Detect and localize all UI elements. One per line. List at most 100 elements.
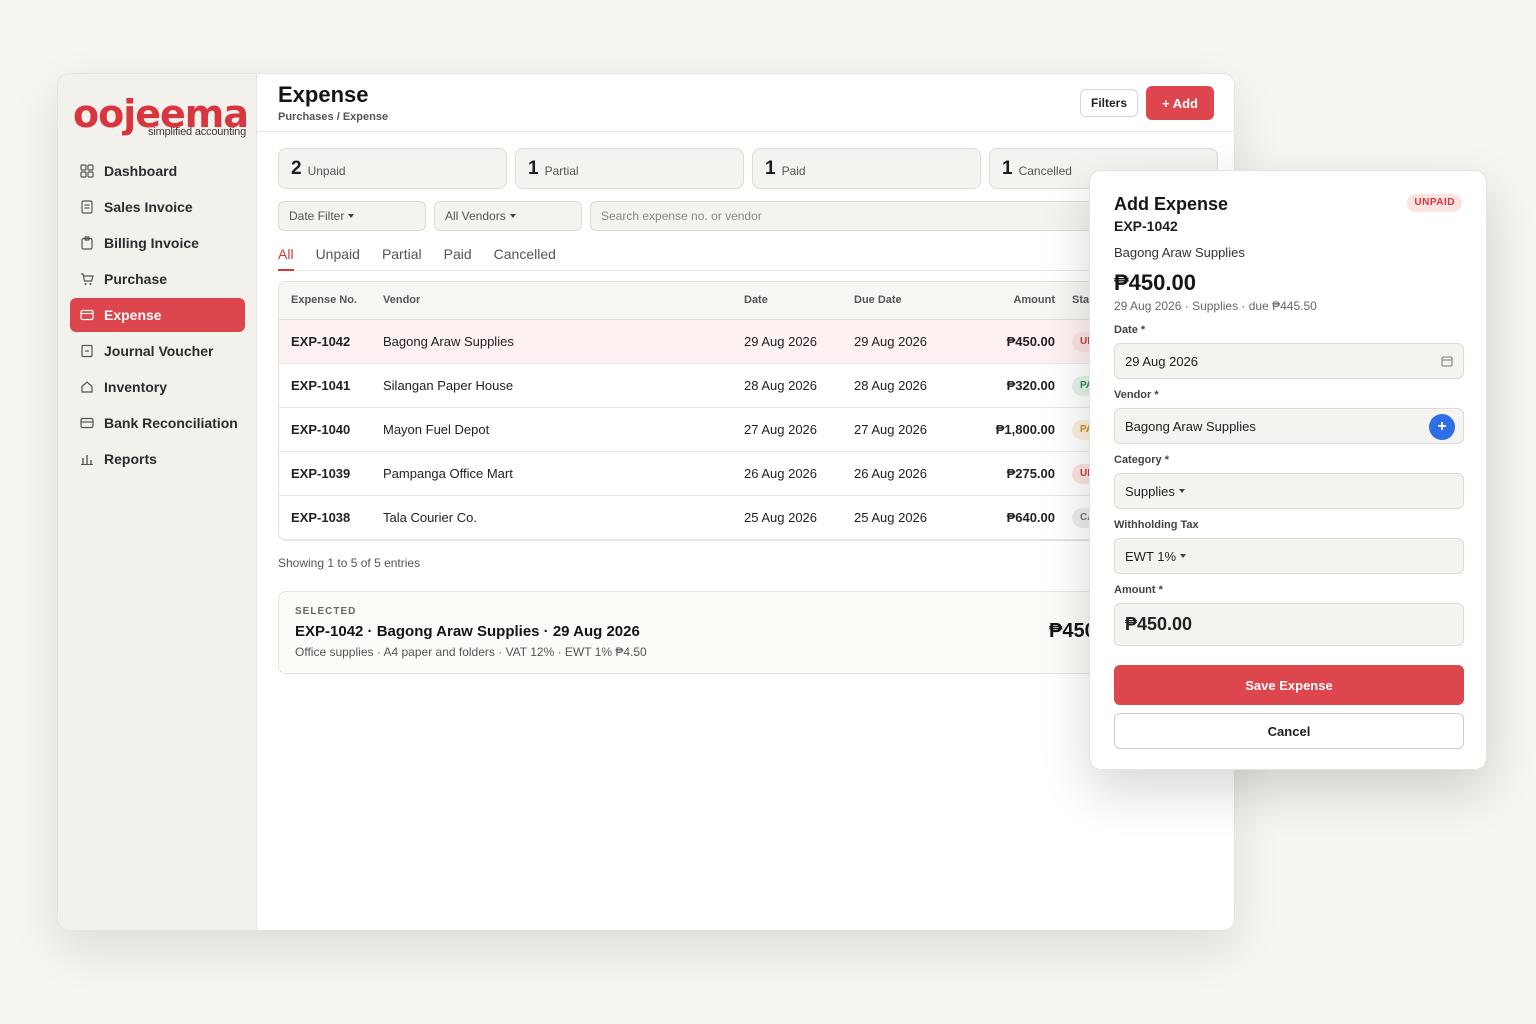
cell-expense-no: EXP-1038 xyxy=(291,510,351,525)
add-button[interactable]: + Add xyxy=(1146,86,1214,120)
sidebar-item-dashboard[interactable]: Dashboard xyxy=(70,154,245,188)
dialog-vendor-name: Bagong Araw Supplies xyxy=(1114,245,1245,260)
table-row[interactable]: EXP-1040 Mayon Fuel Depot 27 Aug 2026 27 Au… xyxy=(279,408,1217,452)
grid-icon xyxy=(80,164,94,178)
sidebar-item-billing-invoice[interactable]: Billing Invoice xyxy=(70,226,245,260)
tab-paid[interactable]: Paid xyxy=(444,242,472,271)
sidebar-item-label: Reports xyxy=(104,451,157,467)
sidebar-item-bank-reconciliation[interactable]: Bank Reconciliation xyxy=(70,406,245,440)
col-amount[interactable]: Amount xyxy=(1013,294,1055,306)
date-filter-label: Date Filter xyxy=(289,209,345,223)
table-header: Expense No. Vendor Date Due Date Amount … xyxy=(279,282,1217,320)
sidebar-item-label: Expense xyxy=(104,307,162,323)
home-icon xyxy=(80,380,94,394)
col-status[interactable]: Sta xyxy=(1072,294,1089,306)
date-filter-select[interactable]: Date Filter xyxy=(278,201,426,231)
cell-vendor: Mayon Fuel Depot xyxy=(383,422,490,437)
table-row[interactable]: EXP-1041 Silangan Paper House 28 Aug 2026 2… xyxy=(279,364,1217,408)
sidebar-item-inventory[interactable]: Inventory xyxy=(70,370,245,404)
journal-icon xyxy=(80,344,94,358)
sidebar-item-label: Journal Voucher xyxy=(104,343,214,359)
page-title: Expense xyxy=(278,82,369,107)
vendor-field[interactable]: Bagong Araw Supplies + xyxy=(1114,408,1464,444)
sidebar-item-reports[interactable]: Reports xyxy=(70,442,245,476)
table-row[interactable]: EXP-1038 Tala Courier Co. 25 Aug 2026 25 Au… xyxy=(279,496,1217,540)
add-vendor-button[interactable]: + xyxy=(1429,414,1455,440)
cell-amount: ₱275.00 xyxy=(1006,466,1055,481)
stat-paid[interactable]: 1 Paid xyxy=(752,148,981,189)
tab-cancelled[interactable]: Cancelled xyxy=(494,242,556,271)
logo[interactable]: oojeema simplified accounting xyxy=(73,92,249,138)
dialog-expense-no: EXP-1042 xyxy=(1114,218,1178,234)
main-content: Expense Purchases / Expense Filters + Ad… xyxy=(258,74,1234,930)
cell-due-date: 28 Aug 2026 xyxy=(854,378,928,393)
breadcrumb[interactable]: Purchases / Expense xyxy=(278,111,388,123)
expense-table: Expense No. Vendor Date Due Date Amount … xyxy=(278,281,1218,541)
caret-down-icon xyxy=(1178,489,1185,493)
cell-expense-no: EXP-1042 xyxy=(291,334,351,349)
selected-title: EXP-1042 · Bagong Araw Supplies · 29 Aug… xyxy=(295,623,640,640)
stat-count: 1 xyxy=(1002,157,1013,179)
stat-partial[interactable]: 1 Partial xyxy=(515,148,744,189)
col-due-date[interactable]: Due Date xyxy=(854,294,902,306)
tab-partial[interactable]: Partial xyxy=(382,242,422,271)
cell-expense-no: EXP-1040 xyxy=(291,422,351,437)
cell-amount: ₱320.00 xyxy=(1006,378,1055,393)
tab-unpaid[interactable]: Unpaid xyxy=(316,242,360,271)
stat-count: 1 xyxy=(528,157,539,179)
entries-count: Showing 1 to 5 of 5 entries xyxy=(278,556,421,570)
category-value: Supplies xyxy=(1125,483,1175,499)
calendar-icon[interactable] xyxy=(1441,355,1453,367)
table-row[interactable]: EXP-1042 Bagong Araw Supplies 29 Aug 2026 2… xyxy=(279,320,1217,364)
col-vendor[interactable]: Vendor xyxy=(383,294,420,306)
cell-amount: ₱640.00 xyxy=(1006,510,1055,525)
sidebar-item-label: Inventory xyxy=(104,379,168,395)
withholding-tax-select[interactable]: EWT 1% xyxy=(1114,538,1464,574)
sidebar-item-label: Sales Invoice xyxy=(104,199,193,215)
save-expense-button[interactable]: Save Expense xyxy=(1114,665,1464,705)
category-select[interactable]: Supplies xyxy=(1114,473,1464,509)
sidebar: oojeema simplified accounting Dashboard S… xyxy=(58,74,257,930)
table-row[interactable]: EXP-1039 Pampanga Office Mart 26 Aug 2026 2… xyxy=(279,452,1217,496)
selected-label: SELECTED xyxy=(295,606,357,617)
cancel-button[interactable]: Cancel xyxy=(1114,713,1464,749)
bar-chart-icon xyxy=(80,452,94,466)
logo-tagline: simplified accounting xyxy=(148,126,247,138)
cell-date: 28 Aug 2026 xyxy=(744,378,818,393)
sidebar-item-expense[interactable]: Expense xyxy=(70,298,245,332)
col-date[interactable]: Date xyxy=(744,294,768,306)
caret-down-icon xyxy=(348,214,355,218)
filters-button[interactable]: Filters xyxy=(1079,89,1138,117)
search-input[interactable]: Search expense no. or vendor xyxy=(590,201,1110,231)
bank-icon xyxy=(80,416,94,430)
sidebar-item-label: Billing Invoice xyxy=(104,235,199,251)
dialog-amount: ₱450.00 xyxy=(1114,270,1196,295)
vendor-filter-select[interactable]: All Vendors xyxy=(434,201,582,231)
sidebar-item-journal-voucher[interactable]: Journal Voucher xyxy=(70,334,245,368)
stat-label: Partial xyxy=(544,163,579,178)
selected-details: Office supplies · A4 paper and folders ·… xyxy=(295,645,647,659)
cell-due-date: 25 Aug 2026 xyxy=(854,510,928,525)
status-badge: UNPAID xyxy=(1407,194,1462,212)
selected-expense-card[interactable]: SELECTED EXP-1042 · Bagong Araw Supplies… xyxy=(278,591,1218,674)
vendor-value: Bagong Araw Supplies xyxy=(1125,418,1256,434)
dialog-summary: 29 Aug 2026 · Supplies · due ₱445.50 xyxy=(1114,299,1317,313)
sidebar-item-sales-invoice[interactable]: Sales Invoice xyxy=(70,190,245,224)
stat-label: Cancelled xyxy=(1018,163,1072,178)
date-field[interactable]: 29 Aug 2026 xyxy=(1114,343,1464,379)
add-expense-dialog: Add Expense UNPAID EXP-1042 Bagong Araw … xyxy=(1089,170,1487,770)
sidebar-item-label: Dashboard xyxy=(104,163,178,179)
tab-all[interactable]: All xyxy=(278,242,294,271)
stat-label: Unpaid xyxy=(307,163,346,178)
col-expense-no[interactable]: Expense No. xyxy=(291,294,357,306)
amount-input[interactable]: ₱450.00 xyxy=(1114,603,1464,646)
vendor-filter-label: All Vendors xyxy=(445,209,506,223)
table-body: EXP-1042 Bagong Araw Supplies 29 Aug 2026 2… xyxy=(279,320,1217,540)
cell-vendor: Silangan Paper House xyxy=(383,378,514,393)
date-value: 29 Aug 2026 xyxy=(1125,353,1199,369)
stat-count: 1 xyxy=(765,157,776,179)
document-icon xyxy=(80,200,94,214)
cell-vendor: Pampanga Office Mart xyxy=(383,466,513,481)
sidebar-item-purchase[interactable]: Purchase xyxy=(70,262,245,296)
stat-unpaid[interactable]: 2 Unpaid xyxy=(278,148,507,189)
